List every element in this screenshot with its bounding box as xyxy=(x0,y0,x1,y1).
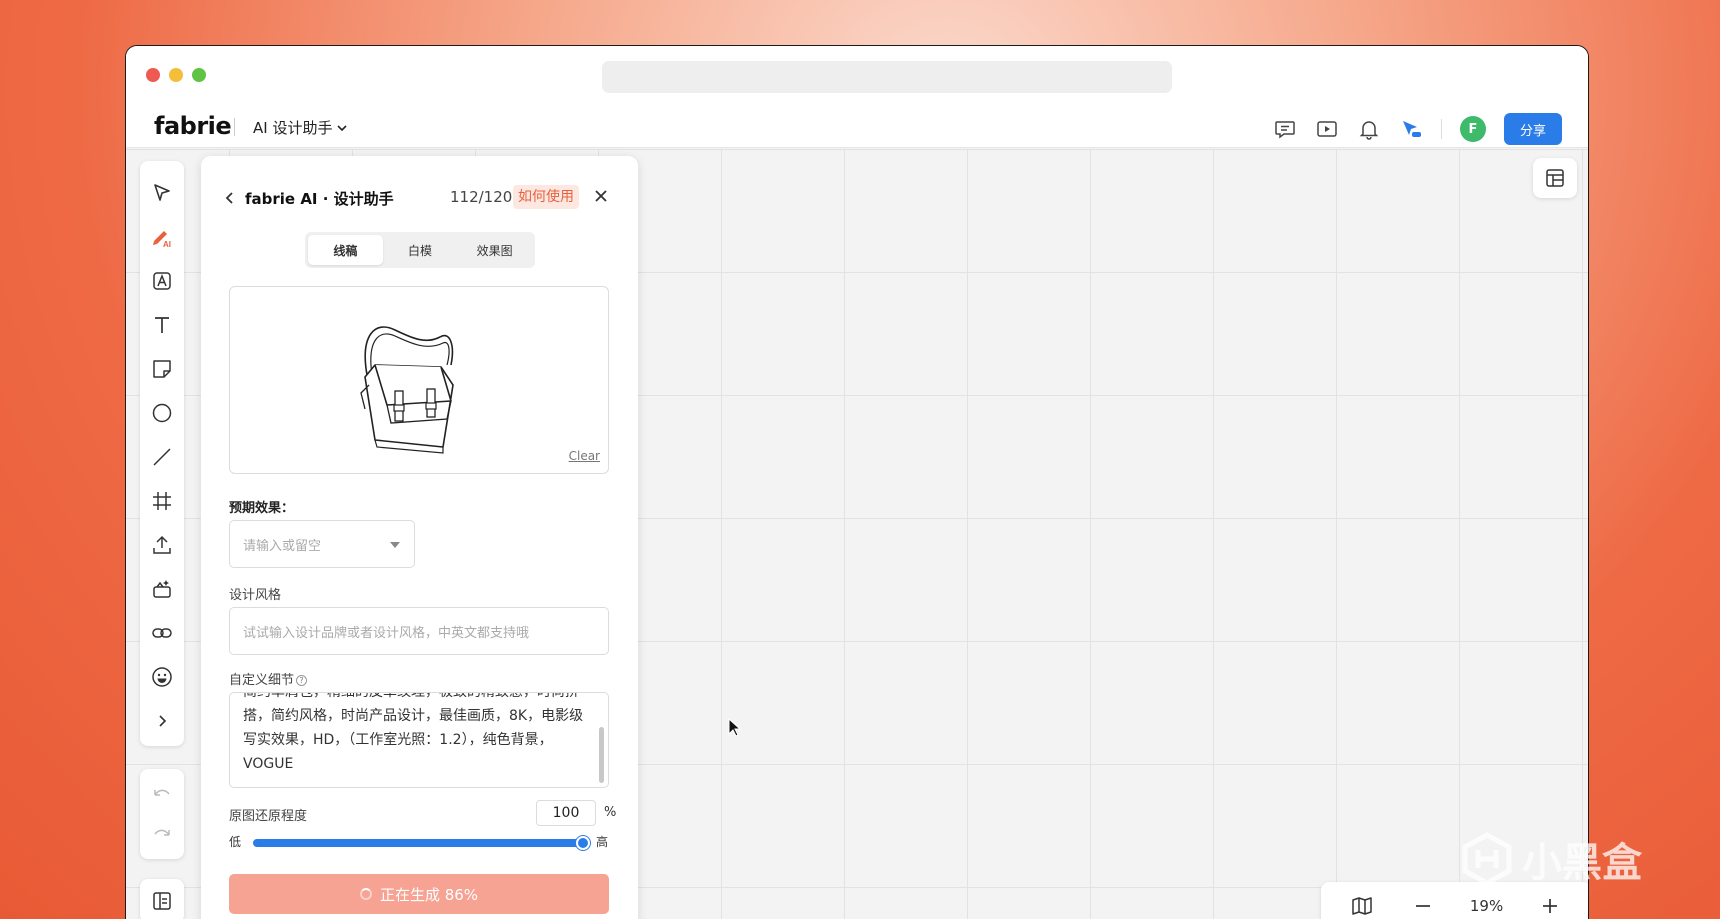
design-style-label: 设计风格 xyxy=(229,588,282,603)
chevron-down-icon xyxy=(337,124,348,131)
custom-detail-label: 自定义细节 xyxy=(229,673,295,688)
chevron-right-icon[interactable] xyxy=(148,707,176,735)
slider-fill xyxy=(253,839,583,847)
caret-down-icon xyxy=(390,542,400,548)
ai-assistant-panel: fabrie AI · 设计助手 112/120 如何使用 线稿 白模 效果图 xyxy=(201,156,638,919)
watermark: 小黑盒 xyxy=(1460,830,1642,888)
mode-tabs: 线稿 白模 效果图 xyxy=(305,232,535,268)
sketch-image-preview[interactable]: Clear xyxy=(229,286,609,474)
mouse-cursor-icon xyxy=(728,718,742,737)
back-arrow-icon[interactable] xyxy=(223,190,237,209)
usage-count: 112/120 xyxy=(450,188,513,206)
line-tool-icon[interactable] xyxy=(148,443,176,471)
emoji-icon[interactable] xyxy=(148,663,176,691)
restore-degree-slider[interactable] xyxy=(253,836,590,850)
whiteboard-canvas[interactable]: AI fabrie AI · 设计助手 112/120 如何使用 线稿 白模 效… xyxy=(126,149,1588,919)
map-icon[interactable] xyxy=(1348,892,1376,919)
maximize-window-button[interactable] xyxy=(192,68,206,82)
fabrie-logo[interactable]: fabrie xyxy=(154,112,232,140)
text-tool-icon[interactable] xyxy=(148,311,176,339)
header-divider xyxy=(234,118,235,136)
header-actions: F 分享 xyxy=(1273,113,1562,145)
left-toolbar: AI xyxy=(140,161,184,746)
generate-button[interactable]: 正在生成 86% xyxy=(229,874,609,914)
browser-titlebar xyxy=(126,46,1588,106)
close-window-button[interactable] xyxy=(146,68,160,82)
redo-icon[interactable] xyxy=(148,821,176,849)
upload-icon[interactable] xyxy=(148,531,176,559)
minimize-window-button[interactable] xyxy=(169,68,183,82)
xiaoheihe-logo-icon xyxy=(1462,832,1512,886)
share-button[interactable]: 分享 xyxy=(1504,113,1562,145)
ai-image-tool-icon[interactable] xyxy=(148,575,176,603)
design-style-placeholder: 试试输入设计品牌或者设计风格，中英文都支持哦 xyxy=(243,625,530,641)
undo-icon[interactable] xyxy=(148,781,176,809)
how-to-use-link[interactable]: 如何使用 xyxy=(513,185,579,209)
app-header: fabrie AI 设计助手 F 分享 xyxy=(126,106,1588,148)
svg-text:AI: AI xyxy=(163,240,171,249)
shape-tool-icon[interactable] xyxy=(148,399,176,427)
slider-thumb[interactable] xyxy=(576,836,590,850)
layout-icon xyxy=(148,887,176,915)
clear-image-link[interactable]: Clear xyxy=(569,449,600,463)
history-controls xyxy=(140,769,184,859)
expected-effect-placeholder: 请输入或留空 xyxy=(243,538,322,554)
close-icon[interactable] xyxy=(594,188,608,207)
pages-panel-button[interactable] xyxy=(140,879,184,919)
custom-detail-textarea[interactable]: 简约单肩包，精细的皮革纹理，极致的精致感，时尚拼搭，简约风格，时尚产品设计，最佳… xyxy=(229,692,609,788)
user-avatar[interactable]: F xyxy=(1460,116,1486,142)
bag-sketch-image xyxy=(360,326,454,454)
frame-tool-icon[interactable] xyxy=(148,487,176,515)
text-style-tool-icon[interactable] xyxy=(148,267,176,295)
ai-assistant-menu[interactable]: AI 设计助手 xyxy=(253,117,348,138)
percent-unit: % xyxy=(604,805,617,820)
design-style-input[interactable]: 试试输入设计品牌或者设计风格，中英文都支持哦 xyxy=(229,607,609,655)
panel-title: fabrie AI · 设计助手 xyxy=(245,190,394,208)
zoom-in-icon[interactable] xyxy=(1536,892,1564,919)
tab-sketch[interactable]: 线稿 xyxy=(308,235,383,265)
restore-degree-input[interactable]: 100 xyxy=(536,800,596,826)
expected-effect-select[interactable]: 请输入或留空 xyxy=(229,520,415,568)
generate-button-label: 正在生成 86% xyxy=(379,885,479,904)
zoom-level[interactable]: 19% xyxy=(1470,897,1503,915)
watermark-text: 小黑盒 xyxy=(1522,840,1642,886)
custom-detail-text: 简约单肩包，精细的皮革纹理，极致的精致感，时尚拼搭，简约风格，时尚产品设计，最佳… xyxy=(243,692,584,772)
custom-detail-label-row: 自定义细节? xyxy=(229,669,308,688)
tab-render[interactable]: 效果图 xyxy=(457,235,532,265)
loading-spinner-icon xyxy=(359,888,372,900)
ai-assistant-menu-label: AI 设计助手 xyxy=(253,119,333,137)
slider-high-label: 高 xyxy=(596,835,609,849)
table-icon xyxy=(1546,169,1564,187)
ai-pen-tool-icon[interactable]: AI xyxy=(148,223,176,251)
presentation-play-icon[interactable] xyxy=(1315,117,1339,141)
bell-icon[interactable] xyxy=(1357,117,1381,141)
link-icon[interactable] xyxy=(148,619,176,647)
app-window: fabrie AI 设计助手 F 分享 AI fabrie AI · 设计助手 … xyxy=(125,45,1589,919)
zoom-out-icon[interactable] xyxy=(1409,892,1437,919)
comment-icon[interactable] xyxy=(1273,117,1297,141)
table-view-button[interactable] xyxy=(1533,158,1577,198)
restore-degree-label: 原图还原程度 xyxy=(229,809,308,824)
header-separator xyxy=(1441,119,1442,139)
tab-white-model[interactable]: 白模 xyxy=(383,235,458,265)
address-bar[interactable] xyxy=(602,61,1172,93)
select-tool-icon[interactable] xyxy=(148,179,176,207)
sticky-note-tool-icon[interactable] xyxy=(148,355,176,383)
help-icon[interactable]: ? xyxy=(296,675,308,686)
expected-effect-label: 预期效果： xyxy=(229,501,295,516)
slider-low-label: 低 xyxy=(229,835,242,849)
textarea-scrollbar[interactable] xyxy=(599,727,604,783)
follow-cursor-icon[interactable] xyxy=(1399,117,1423,141)
